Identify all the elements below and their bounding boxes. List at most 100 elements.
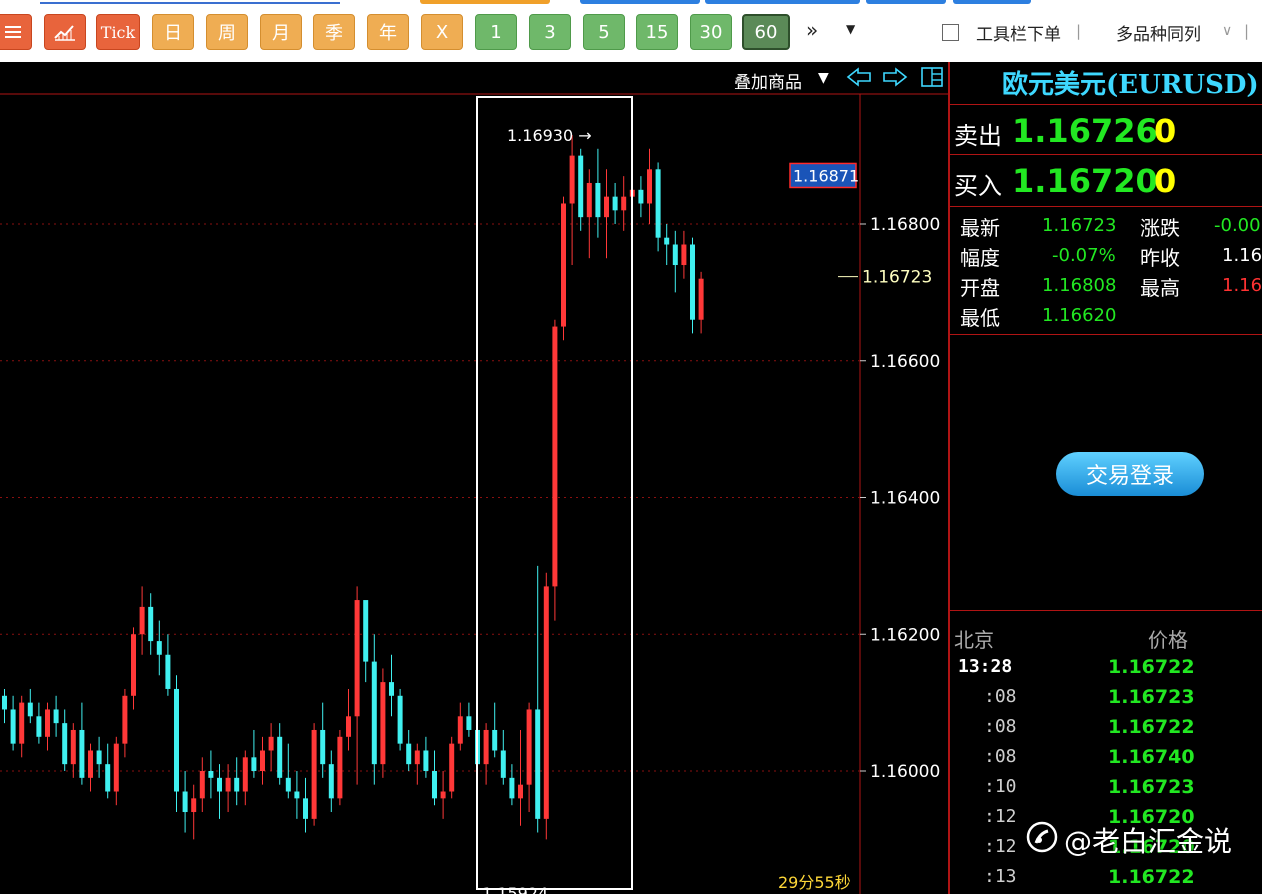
tick-price: 1.16722: [1108, 656, 1195, 678]
y-tick-label: 1.16600: [870, 352, 940, 372]
period-30-button[interactable]: 30: [690, 14, 732, 50]
candle-body: [208, 771, 214, 778]
period-60-button[interactable]: 60: [742, 14, 790, 50]
period-15-button[interactable]: 15: [636, 14, 678, 50]
period-day-button[interactable]: 日: [152, 14, 194, 50]
stat-low-label: 最低: [960, 306, 1000, 330]
candle-body: [122, 695, 128, 744]
divider: [950, 154, 1262, 155]
candle-body: [604, 196, 609, 218]
stat-prev-close-value: 1.16: [1222, 245, 1262, 266]
candle-body: [518, 784, 523, 799]
period-5-button[interactable]: 5: [583, 14, 625, 50]
more-periods-button[interactable]: »: [806, 18, 818, 42]
tick-price: 1.16723: [1108, 686, 1195, 708]
candle-body: [681, 244, 687, 266]
order-checkbox[interactable]: [942, 24, 959, 41]
toolbar-strip: [0, 0, 1262, 6]
watermark-text: @老白汇金说: [1064, 825, 1233, 858]
overlay-product-button[interactable]: 叠加商品: [734, 68, 802, 93]
candle-body: [509, 777, 515, 799]
candle-body: [492, 729, 498, 751]
y-tick-label: 1.16200: [870, 625, 940, 645]
tick-price: 1.16722: [1108, 866, 1195, 888]
candle-body: [27, 702, 33, 717]
stat-change-label: 涨跌: [1140, 216, 1180, 240]
tick-time: 13:28: [958, 656, 1013, 677]
tick-price: 1.16723: [1108, 776, 1195, 798]
toolbar-separator: |: [1076, 22, 1082, 40]
period-3-button[interactable]: 3: [529, 14, 571, 50]
candle-body: [371, 661, 377, 765]
candle-body: [380, 682, 386, 765]
menu-list-button[interactable]: [0, 14, 32, 50]
period-1-button[interactable]: 1: [475, 14, 517, 50]
candle-body: [242, 757, 248, 792]
toolbar-dropdown-button[interactable]: ▼: [846, 22, 855, 36]
candle-body: [363, 600, 369, 662]
stat-low-value: 1.16620: [1042, 305, 1117, 326]
chart-header: 叠加商品 ▼: [0, 62, 948, 94]
toolbar-separator-2: |: [1244, 22, 1250, 40]
candle-body: [182, 791, 188, 813]
sell-label: 卖出: [954, 122, 1002, 150]
period-month-button[interactable]: 月: [260, 14, 302, 50]
toolbar: Tick 日 周 月 季 年 X 1 3 5 15 30 60 » ▼ 工具栏下…: [0, 0, 1262, 63]
stat-latest-value: 1.16723: [1042, 215, 1117, 236]
quote-panel: 欧元美元(EURUSD) 卖出 1.16726 0 买入 1.16720 0 最…: [948, 62, 1262, 894]
candle-body: [354, 600, 360, 717]
multi-variety-button[interactable]: 多品种同列: [1116, 20, 1201, 45]
candle-body: [36, 716, 42, 737]
candle-body: [19, 702, 25, 744]
period-season-button[interactable]: 季: [313, 14, 355, 50]
candle-body: [131, 634, 136, 696]
candle-body: [62, 723, 68, 765]
candle-body: [70, 729, 76, 765]
stat-latest-label: 最新: [960, 216, 1000, 240]
period-week-button[interactable]: 周: [206, 14, 248, 50]
candle-body: [294, 791, 300, 799]
trend-chart-icon: [53, 22, 77, 42]
overlay-dropdown-icon[interactable]: ▼: [818, 70, 829, 86]
candle-body: [397, 695, 403, 744]
ticks-header-time: 北京: [954, 628, 994, 652]
candle-body: [53, 709, 59, 724]
candle-body: [561, 203, 566, 327]
candle-body: [578, 155, 584, 218]
candle-body: [406, 743, 412, 765]
order-checkbox-label[interactable]: 工具栏下单: [976, 20, 1061, 45]
candle-body: [268, 736, 274, 751]
trend-chart-button[interactable]: [44, 14, 86, 50]
tick-price: 1.16722: [1108, 716, 1195, 738]
sell-price[interactable]: 1.16726: [1012, 112, 1158, 150]
kline-chart[interactable]: 1.16800 1.16600 1.16400 1.16200 1.16000 1.167…: [0, 62, 948, 894]
candle-body: [113, 743, 119, 792]
candle-body: [457, 716, 463, 744]
candle-body: [595, 182, 601, 218]
low-annotation: 1.15924: [482, 884, 548, 894]
candle-body: [139, 606, 145, 635]
candle-body: [174, 688, 179, 792]
divider: [950, 610, 1262, 611]
watermark: @老白汇金说: [1026, 820, 1232, 860]
tick-button[interactable]: Tick: [96, 14, 140, 50]
trade-login-button[interactable]: 交易登录: [1056, 452, 1204, 496]
candle-body: [277, 736, 283, 778]
chevron-down-icon[interactable]: ∨: [1222, 23, 1232, 39]
stat-high-value: 1.16: [1222, 275, 1262, 296]
buy-price[interactable]: 1.16720: [1012, 162, 1158, 200]
candle-body: [389, 682, 394, 696]
tick-price: 1.16740: [1108, 746, 1195, 768]
period-x-button[interactable]: X: [421, 14, 463, 50]
stat-high-label: 最高: [1140, 276, 1180, 300]
candle-body: [105, 764, 111, 792]
candle-body: [45, 709, 50, 737]
candle-body: [423, 750, 429, 771]
candle-body: [414, 750, 420, 765]
period-year-button[interactable]: 年: [367, 14, 409, 50]
candle-body: [621, 196, 627, 211]
current-price-label: 1.16723: [862, 268, 932, 288]
candle-body: [672, 244, 678, 266]
tick-time: :13: [984, 866, 1017, 887]
y-tick-label: 1.16000: [870, 762, 940, 782]
